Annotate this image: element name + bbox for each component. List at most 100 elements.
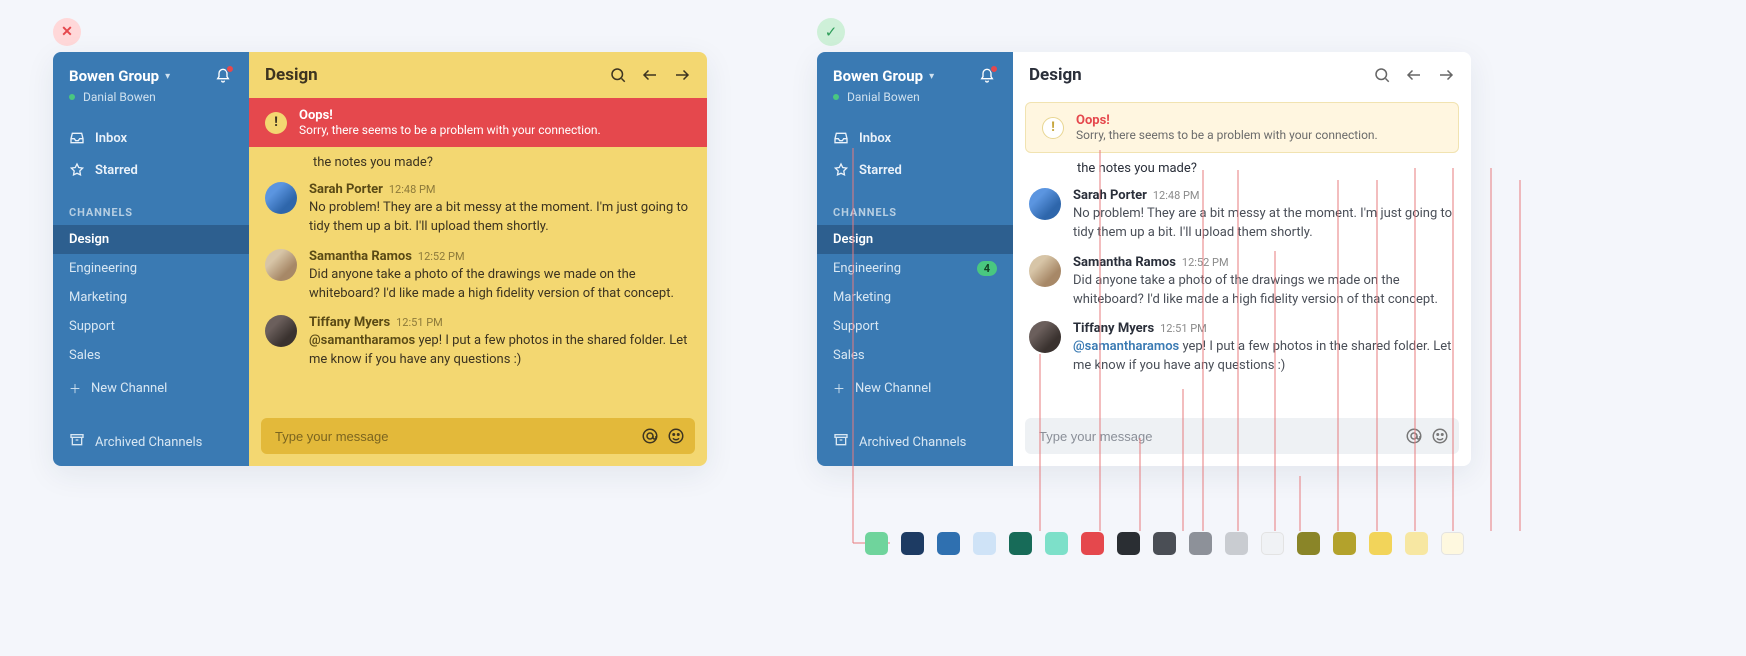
mention[interactable]: @samantharamos <box>309 333 415 348</box>
message-list: the notes you made? Sarah Porter12:48 PM… <box>1013 153 1471 410</box>
color-swatch <box>1009 532 1032 555</box>
archived-channels-button[interactable]: Archived Channels <box>817 420 1013 466</box>
channel-title: Design <box>265 65 318 85</box>
star-icon <box>833 162 849 178</box>
search-icon[interactable] <box>1373 66 1391 84</box>
current-user-name: Danial Bowen <box>847 90 920 104</box>
channel-item-marketing[interactable]: Marketing <box>817 283 1013 312</box>
workspace-selector[interactable]: Bowen Group ▾ <box>69 67 170 85</box>
channel-item-engineering[interactable]: Engineering4 <box>817 254 1013 283</box>
color-swatch <box>901 532 924 555</box>
current-user: Danial Bowen <box>53 90 249 116</box>
archived-channels-button[interactable]: Archived Channels <box>53 420 249 466</box>
inbox-icon <box>833 130 849 146</box>
plus-icon: ＋ <box>69 380 81 397</box>
message-composer <box>261 418 695 454</box>
star-icon <box>69 162 85 178</box>
plus-icon: ＋ <box>833 380 845 397</box>
message: Tiffany Myers12:51 PM @samantharamos yep… <box>1029 321 1455 376</box>
color-palette <box>865 532 1464 555</box>
connection-alert: ! Oops! Sorry, there seems to be a probl… <box>1025 102 1459 153</box>
next-arrow-icon[interactable] <box>1437 66 1455 84</box>
bad-indicator-icon: ✕ <box>53 18 81 46</box>
nav-starred[interactable]: Starred <box>53 154 249 186</box>
sidebar: Bowen Group ▾ Danial Bowen <box>817 52 1013 466</box>
color-swatch <box>1153 532 1176 555</box>
main-pane: Design ! Oops! Sorry, there seems to be … <box>249 52 707 466</box>
color-swatch <box>937 532 960 555</box>
color-swatch <box>1297 532 1320 555</box>
message-input[interactable] <box>271 421 633 452</box>
channels-header: CHANNELS <box>53 192 249 225</box>
color-swatch <box>1081 532 1104 555</box>
nav-inbox[interactable]: Inbox <box>817 122 1013 154</box>
alert-icon: ! <box>265 112 287 134</box>
chevron-down-icon: ▾ <box>929 71 934 82</box>
sidebar: Bowen Group ▾ Danial Bowen <box>53 52 249 466</box>
prev-arrow-icon[interactable] <box>1405 66 1423 84</box>
notification-dot <box>226 65 234 73</box>
workspace-selector[interactable]: Bowen Group ▾ <box>833 67 934 85</box>
message: Tiffany Myers12:51 PM @samantharamos yep… <box>265 315 691 370</box>
message: Samantha Ramos12:52 PM Did anyone take a… <box>1029 255 1455 310</box>
message-list: the notes you made? Sarah Porter12:48 PM… <box>249 147 707 410</box>
connection-alert: ! Oops! Sorry, there seems to be a probl… <box>249 98 707 147</box>
notifications-button[interactable] <box>977 66 997 86</box>
color-swatch <box>1369 532 1392 555</box>
channel-item-design[interactable]: Design <box>53 225 249 254</box>
new-channel-button[interactable]: ＋ New Channel <box>817 370 1013 407</box>
emoji-icon[interactable] <box>667 427 685 445</box>
channel-list: Design Engineering4 Marketing Support Sa… <box>817 225 1013 370</box>
channel-list: Design Engineering Marketing Support Sal… <box>53 225 249 370</box>
avatar <box>1029 255 1061 287</box>
channel-header: Design <box>249 52 707 98</box>
notifications-button[interactable] <box>213 66 233 86</box>
mention-icon[interactable] <box>641 427 659 445</box>
workspace-name: Bowen Group <box>69 67 159 85</box>
color-swatch <box>1405 532 1428 555</box>
nav-starred[interactable]: Starred <box>817 154 1013 186</box>
message-input[interactable] <box>1035 421 1397 452</box>
color-swatch <box>1261 532 1284 555</box>
channel-title: Design <box>1029 65 1082 85</box>
channel-item-support[interactable]: Support <box>53 312 249 341</box>
avatar <box>1029 321 1061 353</box>
color-swatch <box>1225 532 1248 555</box>
message: Sarah Porter12:48 PM No problem! They ar… <box>265 182 691 237</box>
new-channel-button[interactable]: ＋ New Channel <box>53 370 249 407</box>
color-swatch <box>973 532 996 555</box>
channels-header: CHANNELS <box>817 192 1013 225</box>
color-swatch <box>1441 532 1464 555</box>
main-pane: Design ! Oops! Sorry, there seems to be … <box>1013 52 1471 466</box>
mention[interactable]: @samantharamos <box>1073 339 1179 354</box>
avatar <box>1029 188 1061 220</box>
current-user-name: Danial Bowen <box>83 90 156 104</box>
color-swatch <box>1189 532 1212 555</box>
color-swatch <box>1117 532 1140 555</box>
alert-subtitle: Sorry, there seems to be a problem with … <box>299 123 601 137</box>
channel-item-design[interactable]: Design <box>817 225 1013 254</box>
mention-icon[interactable] <box>1405 427 1423 445</box>
channel-item-sales[interactable]: Sales <box>53 341 249 370</box>
presence-dot <box>833 94 839 100</box>
prev-arrow-icon[interactable] <box>641 66 659 84</box>
channel-item-engineering[interactable]: Engineering <box>53 254 249 283</box>
alert-subtitle: Sorry, there seems to be a problem with … <box>1076 128 1378 142</box>
alert-title: Oops! <box>1076 113 1378 128</box>
message-fragment: the notes you made? <box>265 155 691 170</box>
color-swatch <box>1045 532 1068 555</box>
channel-item-sales[interactable]: Sales <box>817 341 1013 370</box>
nav-inbox[interactable]: Inbox <box>53 122 249 154</box>
emoji-icon[interactable] <box>1431 427 1449 445</box>
alert-icon: ! <box>1042 117 1064 139</box>
next-arrow-icon[interactable] <box>673 66 691 84</box>
search-icon[interactable] <box>609 66 627 84</box>
good-indicator-icon: ✓ <box>817 18 845 46</box>
unread-badge: 4 <box>977 261 997 276</box>
archive-icon <box>833 432 849 452</box>
notification-dot <box>990 65 998 73</box>
channel-item-support[interactable]: Support <box>817 312 1013 341</box>
current-user: Danial Bowen <box>817 90 1013 116</box>
channel-item-marketing[interactable]: Marketing <box>53 283 249 312</box>
alert-title: Oops! <box>299 108 601 123</box>
